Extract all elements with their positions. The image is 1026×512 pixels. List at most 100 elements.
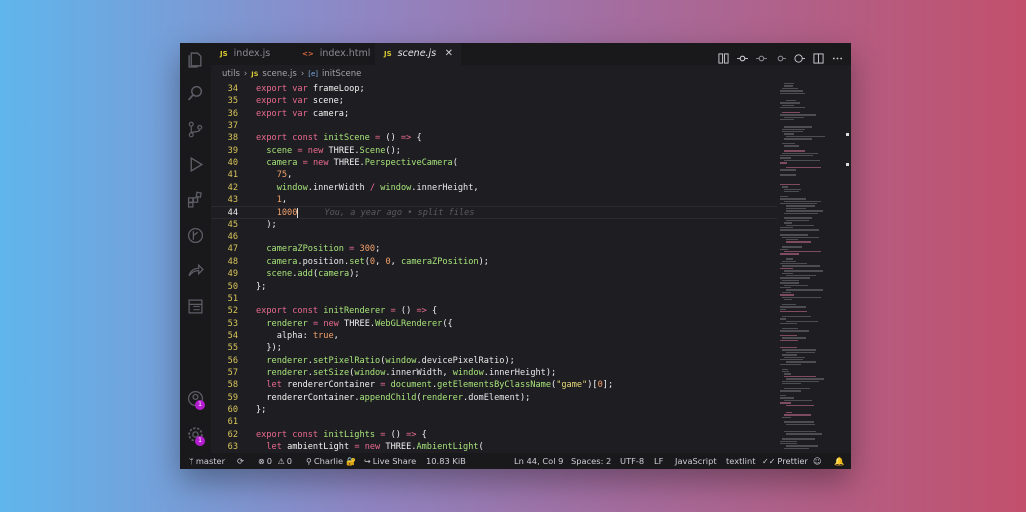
code-line[interactable]: 49 scene.add(camera);: [211, 268, 777, 280]
code-line[interactable]: 40 camera = new THREE.PerspectiveCamera(: [211, 157, 777, 169]
language-mode[interactable]: JavaScript: [675, 453, 717, 469]
previous-change-icon[interactable]: [756, 49, 767, 61]
more-actions-icon[interactable]: [832, 49, 843, 60]
run-debug-icon[interactable]: [187, 156, 204, 173]
minimap-line: [782, 87, 798, 90]
cursor-position[interactable]: Ln 44, Col 9: [514, 453, 563, 469]
code-line[interactable]: 46: [211, 231, 777, 243]
code-token: renderer: [266, 318, 308, 329]
git-history-icon[interactable]: [187, 227, 204, 244]
sync-icon[interactable]: ⟳: [237, 453, 244, 469]
code-line[interactable]: 45 );: [211, 219, 777, 231]
code-line[interactable]: 39 scene = new THREE.Scene();: [211, 145, 777, 157]
minimap-line: [786, 411, 793, 414]
code-line[interactable]: 60};: [211, 404, 777, 416]
code-line[interactable]: 54 alpha: true,: [211, 330, 777, 342]
code-line[interactable]: 43 1,: [211, 194, 777, 206]
minimap-line: [782, 246, 802, 248]
breadcrumb-file[interactable]: scene.js: [262, 69, 296, 79]
code-line[interactable]: 63 let ambientLight = new THREE.AmbientL…: [211, 441, 777, 453]
code-line[interactable]: 44 1000 You, a year ago • split files: [211, 206, 777, 219]
minimap-line: [780, 282, 800, 284]
minimap-line: [786, 378, 824, 380]
code-token: :: [302, 330, 313, 341]
code-line[interactable]: 53 renderer = new THREE.WebGLRenderer({: [211, 318, 777, 330]
minimap-line: [780, 347, 798, 349]
git-blame-annotation: You, a year ago • split files: [324, 208, 475, 219]
encoding[interactable]: UTF-8: [620, 453, 644, 469]
minimap-line: [784, 270, 823, 272]
code-token: camera: [266, 256, 298, 267]
extensions-icon[interactable]: [187, 191, 204, 208]
tab-scene-js[interactable]: JS scene.js ✕: [375, 43, 461, 65]
code-line[interactable]: 51: [211, 293, 777, 305]
code-editor[interactable]: 34 export var frameLoop; 35 export var scen…: [211, 83, 777, 453]
source-control-icon[interactable]: [187, 121, 204, 138]
code-line[interactable]: 61: [211, 416, 777, 428]
code-line[interactable]: 55 });: [211, 342, 777, 354]
search-icon[interactable]: [187, 85, 204, 102]
code-token: );: [519, 392, 531, 403]
end-of-line[interactable]: LF: [654, 453, 663, 469]
git-commit-icon[interactable]: [737, 49, 748, 61]
code-token: PerspectiveCamera: [364, 158, 453, 169]
linter-status[interactable]: textlint: [726, 453, 756, 469]
branch-name: master: [195, 456, 226, 466]
code-token: =>: [416, 306, 427, 317]
code-line[interactable]: 38 export const initScene = () => {: [211, 132, 777, 144]
prettier-status[interactable]: ✓✓ Prettier: [762, 453, 808, 469]
minimap[interactable]: [778, 83, 840, 453]
code-token: WebGLRenderer: [375, 318, 443, 329]
code-line[interactable]: 56 renderer.setPixelRatio(window.deviceP…: [211, 355, 777, 367]
close-tab-icon[interactable]: ✕: [445, 43, 453, 65]
code-line[interactable]: 47 cameraZPosition = 300;: [211, 243, 777, 255]
breadcrumb-folder[interactable]: utils: [222, 69, 240, 79]
code-line[interactable]: 35 export var scene;: [211, 95, 777, 107]
tab-index-js[interactable]: JS index.js: [211, 43, 293, 65]
tab-index-html[interactable]: <> index.html: [293, 43, 375, 65]
explorer-icon[interactable]: [187, 51, 204, 68]
code-line[interactable]: 59 rendererContainer.appendChild(rendere…: [211, 392, 777, 404]
next-change-icon[interactable]: [775, 49, 786, 61]
code-token: camera: [318, 269, 350, 280]
minimap-line: [786, 320, 818, 322]
notifications-bell-icon[interactable]: 🔔: [834, 453, 844, 469]
compare-changes-icon[interactable]: [718, 49, 729, 64]
code-line[interactable]: 42 window.innerWidth / window.innerHeigh…: [211, 182, 777, 194]
open-changes-icon[interactable]: [794, 49, 805, 63]
code-token: THREE.: [344, 318, 376, 329]
code-line[interactable]: 37: [211, 120, 777, 132]
code-text: export const initLights = () => {: [256, 429, 427, 441]
code-line[interactable]: 57 renderer.setSize(window.innerWidth, w…: [211, 367, 777, 379]
feedback-icon[interactable]: ☺: [813, 453, 822, 469]
code-line[interactable]: 41 75,: [211, 169, 777, 181]
line-number: 45: [227, 219, 238, 230]
code-line[interactable]: 52 export const initRenderer = () => {: [211, 305, 777, 317]
live-share-icon[interactable]: [187, 262, 204, 279]
problems-status[interactable]: ⊗ 0 ⚠ 0: [258, 453, 292, 469]
split-editor-icon[interactable]: [813, 49, 824, 64]
minimap-line: [786, 239, 799, 241]
breadcrumb-symbol[interactable]: initScene: [322, 69, 361, 79]
remote-explorer-icon[interactable]: [187, 298, 204, 315]
user-status[interactable]: ⚲ Charlie 🔐: [306, 453, 358, 469]
code-line[interactable]: 62 export const initLights = () => {: [211, 429, 777, 441]
code-token: };: [256, 281, 267, 292]
code-token: var: [292, 84, 313, 94]
code-line[interactable]: 36 export var camera;: [211, 108, 777, 120]
line-number: 38: [227, 133, 238, 144]
minimap-line: [780, 311, 808, 313]
code-token: cameraZPosition: [401, 256, 479, 267]
code-line[interactable]: 34 export var frameLoop;: [211, 83, 777, 95]
code-line[interactable]: 58 let rendererContainer = document.getE…: [211, 379, 777, 391]
code-line[interactable]: 50};: [211, 281, 777, 293]
tab-label: scene.js: [397, 48, 437, 59]
branch-status[interactable]: ᛘ master: [189, 453, 225, 469]
code-line[interactable]: 48 camera.position.set(0, 0, cameraZPosi…: [211, 256, 777, 268]
indentation[interactable]: Spaces: 2: [571, 453, 611, 469]
live-share-status[interactable]: ↪ Live Share: [364, 453, 416, 469]
minimap-line: [782, 303, 797, 306]
minimap-line: [780, 359, 803, 361]
minimap-line: [780, 92, 806, 94]
